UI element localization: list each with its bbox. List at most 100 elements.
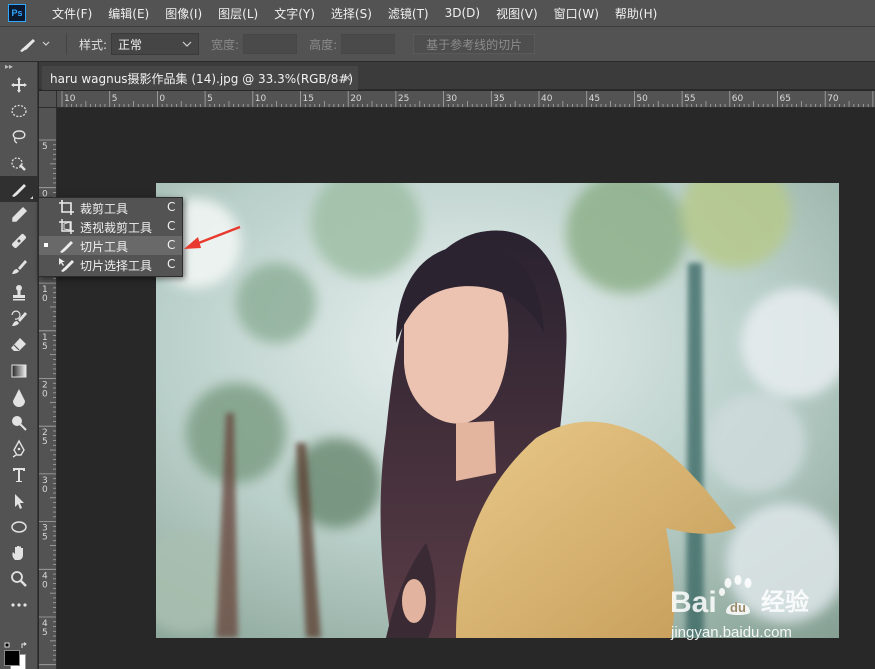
hand-tool[interactable] (0, 540, 38, 566)
history-brush-icon (11, 310, 27, 326)
healing-icon (12, 234, 26, 248)
eraser-tool[interactable] (0, 332, 38, 358)
style-select[interactable]: 正常 (111, 33, 200, 55)
tool-panel: ▸▸ (0, 62, 38, 669)
width-input[interactable] (243, 34, 298, 54)
menu-file[interactable]: 文件(F) (44, 5, 100, 22)
svg-text:Bai: Bai (670, 586, 717, 619)
more-icon (11, 603, 27, 607)
style-value: 正常 (118, 37, 143, 52)
photoshop-logo: Ps (8, 4, 26, 22)
more-tools[interactable] (0, 592, 38, 618)
annotation-arrow-icon (184, 225, 241, 249)
flyout-item-shortcut: C (167, 200, 176, 214)
type-tool[interactable] (0, 462, 38, 488)
ruler-label: 5 (42, 533, 48, 543)
ruler-label: 35 (493, 94, 504, 104)
flyout-item-perspective-crop[interactable]: 透视裁剪工具 C (39, 217, 182, 236)
quick-select-tool[interactable] (0, 150, 38, 176)
stamp-tool[interactable] (0, 280, 38, 306)
eyedropper-icon (12, 206, 28, 222)
menu-layer[interactable]: 图层(L) (210, 5, 266, 22)
tool-group-indicator (30, 196, 33, 199)
menu-3d[interactable]: 3D(D) (437, 6, 488, 20)
dodge-tool[interactable] (0, 410, 38, 436)
height-input[interactable] (341, 34, 396, 54)
ruler-label: 5 (42, 628, 48, 638)
zoom-tool[interactable] (0, 566, 38, 592)
ruler-label: 5 (42, 437, 48, 447)
dodge-icon (12, 416, 27, 431)
ruler-label: 10 (64, 94, 76, 104)
color-swatches[interactable] (4, 642, 34, 669)
menu-image[interactable]: 图像(I) (157, 5, 210, 22)
ruler-label: 40 (541, 94, 553, 104)
slice-tool[interactable] (0, 176, 38, 202)
gradient-tool[interactable] (0, 358, 38, 384)
ruler-label: 5 (42, 342, 48, 352)
flyout-item-label: 透视裁剪工具 (80, 221, 153, 235)
shape-icon (11, 521, 27, 533)
path-select-icon (15, 494, 24, 509)
panel-collapse-icon[interactable]: ▸▸ (0, 62, 37, 72)
options-divider (66, 33, 67, 55)
ruler-label: 60 (732, 94, 744, 104)
ruler-label: 30 (446, 94, 458, 104)
slice-icon (12, 184, 26, 197)
flyout-item-slice-select[interactable]: 切片选择工具 C (39, 255, 182, 274)
shape-tool[interactable] (0, 514, 38, 540)
marquee-tool[interactable] (0, 98, 38, 124)
swap-colors-icon[interactable] (4, 642, 34, 650)
baidu-logo-icon: Bai du 经验 jingyan.baidu.com (670, 575, 809, 641)
quick-select-icon (11, 157, 26, 171)
move-tool[interactable] (0, 72, 38, 98)
type-icon (13, 468, 25, 482)
flyout-item-crop[interactable]: 裁剪工具 C (39, 198, 182, 217)
menu-window[interactable]: 窗口(W) (546, 5, 607, 22)
eyedropper-tool[interactable] (0, 202, 38, 228)
options-bar: 样式: 正常 宽度: 高度: 基于参考线的切片 (0, 26, 875, 62)
style-label: 样式: (79, 37, 108, 52)
ruler-label: 10 (255, 94, 267, 104)
stamp-icon (13, 285, 25, 301)
blur-icon (13, 389, 25, 407)
ruler-label: 55 (684, 94, 695, 104)
menu-type[interactable]: 文字(Y) (266, 5, 323, 22)
brush-tool[interactable] (0, 254, 38, 280)
foreground-color-swatch[interactable] (4, 650, 20, 666)
menu-edit[interactable]: 编辑(E) (100, 5, 157, 22)
ruler-label: 15 (303, 94, 314, 104)
lasso-icon (12, 130, 26, 144)
ruler-label: 0 (159, 94, 165, 104)
pen-tool[interactable] (0, 436, 38, 462)
chevron-down-icon (182, 41, 192, 47)
document-tab[interactable]: haru wagnus摄影作品集 (14).jpg @ 33.3%(RGB/8#… (42, 66, 358, 90)
width-label: 宽度: (211, 37, 240, 52)
ruler-label: 0 (42, 485, 48, 495)
ruler-label: 50 (636, 94, 648, 104)
vertical-ruler-ticks: 5051015202530354045 (39, 139, 56, 666)
blur-tool[interactable] (0, 384, 38, 410)
move-icon (11, 77, 27, 93)
tool-preset-picker[interactable] (12, 32, 60, 56)
flyout-item-label: 裁剪工具 (80, 202, 129, 216)
hand-icon (12, 546, 23, 560)
flyout-item-slice[interactable]: 切片工具 C (39, 236, 182, 255)
healing-tool[interactable] (0, 228, 38, 254)
menu-select[interactable]: 选择(S) (323, 5, 380, 22)
menu-filter[interactable]: 滤镜(T) (380, 5, 437, 22)
menu-help[interactable]: 帮助(H) (607, 5, 665, 22)
lasso-tool[interactable] (0, 124, 38, 150)
close-icon[interactable]: × (343, 71, 352, 84)
flyout-item-shortcut: C (167, 238, 176, 252)
menu-view[interactable]: 视图(V) (488, 5, 546, 22)
flyout-item-shortcut: C (167, 257, 176, 271)
horizontal-ruler-ticks: 105051015202530354045505560657075 (61, 91, 875, 107)
slices-from-guides-button[interactable]: 基于参考线的切片 (413, 34, 536, 54)
history-brush-tool[interactable] (0, 306, 38, 332)
path-select-tool[interactable] (0, 488, 38, 514)
ruler-label: 0 (42, 294, 48, 304)
eraser-icon (11, 338, 26, 351)
document-tab-title: haru wagnus摄影作品集 (14).jpg @ 33.3%(RGB/8#… (50, 71, 354, 86)
vertical-ruler: 5051015202530354045 (39, 108, 57, 669)
